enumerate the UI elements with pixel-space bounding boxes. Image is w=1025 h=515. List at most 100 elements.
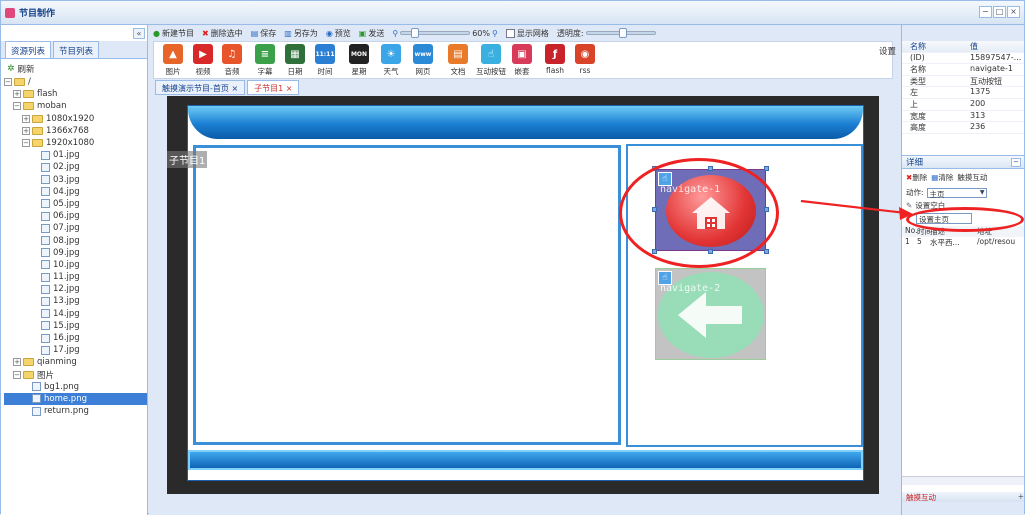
settings-button[interactable]: 设置: [879, 45, 896, 57]
expand-toggle-icon[interactable]: +: [13, 358, 21, 367]
tree-folder[interactable]: − 图片: [4, 369, 147, 381]
tab-subprogram-1[interactable]: 子节目1 ×: [247, 80, 300, 95]
tree-file[interactable]: 02.jpg: [4, 161, 147, 173]
expand-toggle-icon[interactable]: −: [13, 102, 21, 111]
expand-toggle-icon[interactable]: +: [13, 90, 21, 99]
tree-file[interactable]: 05.jpg: [4, 198, 147, 210]
tree-folder[interactable]: − moban: [4, 100, 147, 112]
save-button[interactable]: ▤ 保存: [251, 28, 277, 39]
content-region-left[interactable]: [193, 145, 621, 445]
tree-file[interactable]: 14.jpg: [4, 308, 147, 320]
maximize-button[interactable]: □: [993, 6, 1006, 18]
navigate-2-button[interactable]: ☝ navigate-2: [655, 268, 766, 360]
zoom-slider-handle[interactable]: [411, 28, 420, 38]
grid-checkbox[interactable]: [505, 28, 515, 38]
tree-folder[interactable]: + flash: [4, 88, 147, 100]
tab-programs[interactable]: 节目列表: [53, 41, 100, 58]
zoom-slider[interactable]: [400, 28, 471, 38]
tool-6[interactable]: 11:11 时间: [310, 43, 340, 77]
tab-home-page[interactable]: 触摸演示节目-首页 ×: [155, 80, 246, 95]
tool-7[interactable]: MON 星期: [344, 43, 374, 77]
refresh-button[interactable]: ✲ 刷新: [1, 62, 147, 76]
resize-handle[interactable]: [764, 249, 769, 254]
close-button[interactable]: ×: [1007, 6, 1020, 18]
property-row[interactable]: 类型 互动按钮: [902, 76, 1024, 88]
expand-toggle-icon[interactable]: +: [22, 114, 30, 123]
tool-8[interactable]: ☀ 天气: [376, 43, 406, 77]
property-value[interactable]: 200: [970, 99, 1024, 110]
property-value[interactable]: 236: [970, 122, 1024, 133]
opacity-slider[interactable]: [585, 28, 656, 38]
close-icon[interactable]: ×: [231, 84, 238, 93]
tree-file[interactable]: 17.jpg: [4, 344, 147, 356]
horizontal-scrollbar[interactable]: [902, 476, 1024, 485]
tree-file[interactable]: 11.jpg: [4, 271, 147, 283]
property-row[interactable]: 名称 navigate-1: [902, 64, 1024, 76]
tree-file[interactable]: 12.jpg: [4, 283, 147, 295]
tree-file[interactable]: return.png: [4, 405, 147, 417]
expand-toggle-icon[interactable]: −: [4, 78, 12, 87]
tool-11[interactable]: ☝ 互动按钮: [476, 43, 506, 77]
property-row[interactable]: 宽度 313: [902, 111, 1024, 123]
close-icon[interactable]: ×: [286, 84, 293, 93]
property-row[interactable]: 高度 236: [902, 122, 1024, 134]
tool-12[interactable]: ▣ 嵌套: [507, 43, 537, 77]
property-row[interactable]: 上 200: [902, 99, 1024, 111]
tool-9[interactable]: www 网页: [408, 43, 438, 77]
property-row[interactable]: 左 1375: [902, 87, 1024, 99]
tree-file[interactable]: 15.jpg: [4, 320, 147, 332]
save-as-button[interactable]: ▥ 另存为: [284, 28, 318, 39]
tree-folder[interactable]: − 1920x1080: [4, 137, 147, 149]
tree-file[interactable]: home.png: [4, 392, 147, 406]
tool-10[interactable]: ▤ 文档: [443, 43, 473, 77]
touch-interaction-button[interactable]: 触摸互动: [957, 172, 987, 183]
detail-clear-button[interactable]: ▦清除: [931, 172, 953, 183]
opacity-control[interactable]: 透明度:: [557, 28, 656, 39]
minimize-button[interactable]: −: [979, 6, 992, 18]
delete-selected-button[interactable]: ✖ 删除选中: [202, 28, 243, 39]
tree-file[interactable]: 01.jpg: [4, 149, 147, 161]
opacity-slider-handle[interactable]: [618, 28, 627, 38]
tree-file[interactable]: 07.jpg: [4, 222, 147, 234]
show-grid-toggle[interactable]: 显示网格: [505, 28, 549, 39]
preview-button[interactable]: ◉ 预览: [326, 28, 351, 39]
tool-5[interactable]: ▦ 日期: [280, 43, 310, 77]
expand-toggle-icon[interactable]: +: [22, 126, 30, 135]
tool-14[interactable]: ◉ rss: [570, 43, 600, 75]
property-value[interactable]: 15897547-...: [970, 53, 1024, 64]
name-column-header[interactable]: 名称: [902, 41, 970, 52]
tree-file[interactable]: 03.jpg: [4, 174, 147, 186]
design-canvas[interactable]: 子节目1 ☝ navigate-1 ☝ navigate-2: [167, 96, 879, 494]
tree-folder[interactable]: − /: [4, 76, 147, 88]
tree-folder[interactable]: + qianming: [4, 356, 147, 368]
resize-handle[interactable]: [764, 166, 769, 171]
tool-1[interactable]: ▲ 图片: [158, 43, 188, 77]
value-column-header[interactable]: 值: [970, 41, 1024, 52]
property-value[interactable]: 313: [970, 111, 1024, 122]
tool-2[interactable]: ▶ 视频: [188, 43, 218, 77]
table-row[interactable]: 1 5 水平西... /opt/resou: [902, 237, 1024, 248]
tree-file[interactable]: 10.jpg: [4, 259, 147, 271]
tree-file[interactable]: 13.jpg: [4, 295, 147, 307]
property-row[interactable]: (ID) 15897547-...: [902, 53, 1024, 65]
tree-file[interactable]: 04.jpg: [4, 186, 147, 198]
detail-delete-button[interactable]: ✖删除: [906, 172, 927, 183]
property-value[interactable]: navigate-1: [970, 64, 1024, 75]
tab-resources[interactable]: 资源列表: [5, 41, 52, 58]
tree-folder[interactable]: +1080x1920: [4, 113, 147, 125]
expand-toggle-icon[interactable]: −: [22, 139, 30, 148]
collapse-detail-button[interactable]: −: [1011, 157, 1021, 167]
tree-file[interactable]: 09.jpg: [4, 247, 147, 259]
zoom-control[interactable]: ⚲ 60% ⚲: [392, 28, 498, 38]
tree-file[interactable]: 08.jpg: [4, 234, 147, 246]
tool-13[interactable]: ƒ flash: [540, 43, 570, 75]
collapse-panel-button[interactable]: «: [133, 28, 145, 39]
tree-file[interactable]: 06.jpg: [4, 210, 147, 222]
tree-folder[interactable]: +1366x768: [4, 125, 147, 137]
property-value[interactable]: 1375: [970, 87, 1024, 98]
tree-file[interactable]: bg1.png: [4, 381, 147, 393]
new-program-button[interactable]: ● 新建节目: [153, 28, 194, 39]
expand-icon[interactable]: +: [1018, 492, 1024, 502]
send-button[interactable]: ▣ 发送: [359, 28, 385, 39]
tool-3[interactable]: ♫ 音频: [217, 43, 247, 77]
